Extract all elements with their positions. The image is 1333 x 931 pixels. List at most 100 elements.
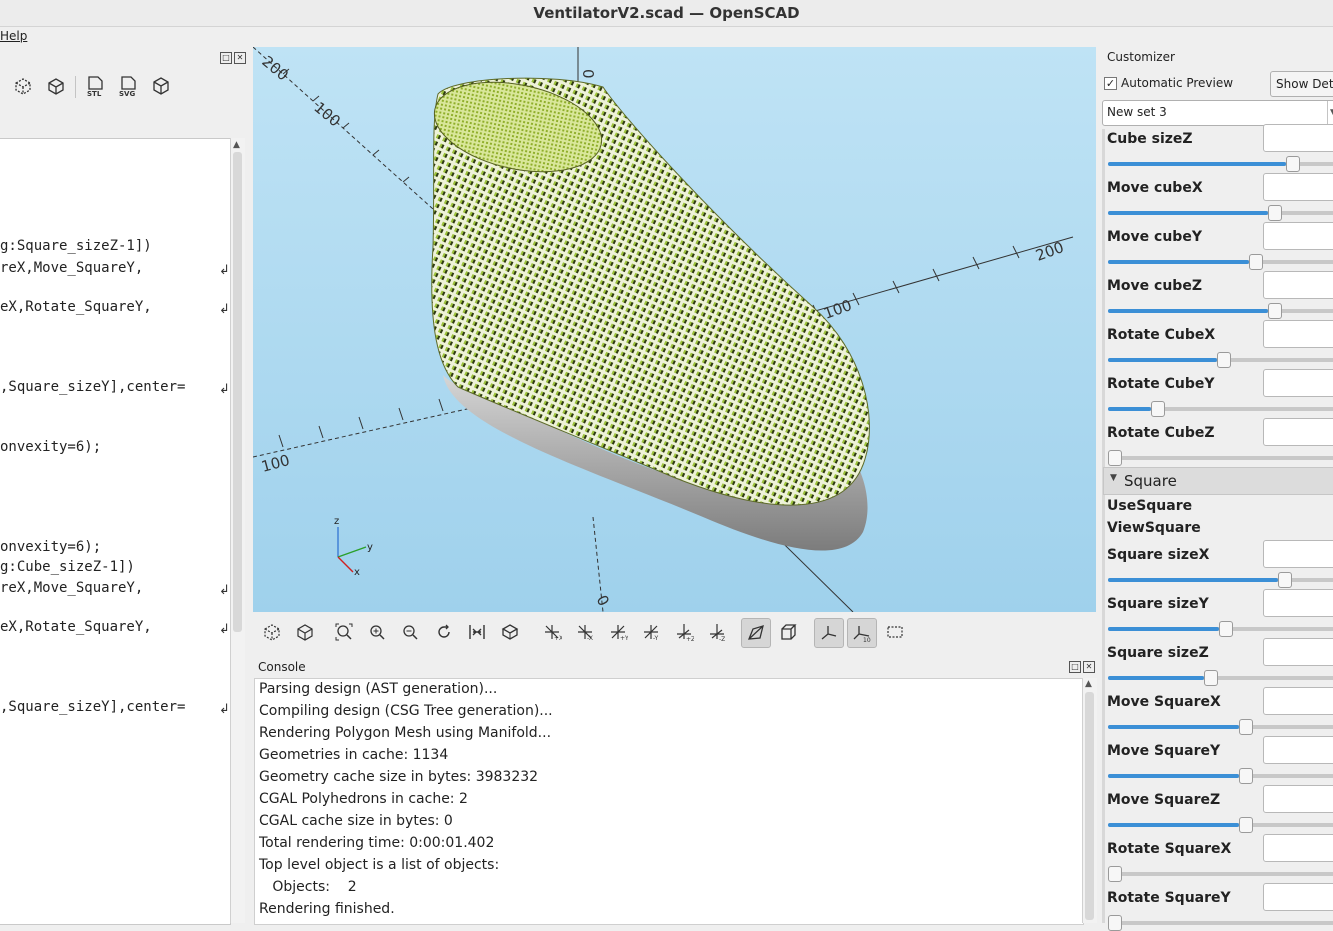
editor-scrollbar[interactable]: ▲	[230, 138, 245, 923]
editor-scroll-thumb[interactable]	[233, 152, 242, 632]
param-slider-handle[interactable]	[1108, 915, 1122, 931]
view-front-icon[interactable]: -Y	[637, 618, 665, 646]
show-details-button[interactable]: Show Deta	[1270, 71, 1333, 97]
console-scroll-thumb[interactable]	[1085, 692, 1094, 920]
param-slider[interactable]	[1108, 768, 1333, 784]
param-label: Square sizeY	[1107, 596, 1209, 612]
param-value-input[interactable]	[1263, 320, 1333, 348]
automatic-preview-checkbox[interactable]: ✓	[1104, 77, 1117, 90]
3d-viewport[interactable]: 200 100 0 200 100 100 0 z y x	[253, 47, 1096, 612]
param-slider[interactable]	[1108, 915, 1333, 931]
param-slider-handle[interactable]	[1239, 719, 1253, 735]
render-icon[interactable]	[43, 73, 69, 99]
axis-label: 100	[821, 296, 854, 323]
show-edges-icon[interactable]	[881, 618, 909, 646]
param-slider[interactable]	[1108, 156, 1333, 172]
param-slider-handle[interactable]	[1108, 866, 1122, 882]
gizmo-y-label: y	[367, 542, 373, 553]
use-square-label[interactable]: UseSquare	[1107, 498, 1192, 514]
param-slider[interactable]	[1108, 254, 1333, 270]
param-label: Move SquareZ	[1107, 792, 1221, 808]
param-label: Rotate SquareY	[1107, 890, 1231, 906]
param-slider[interactable]	[1108, 450, 1333, 466]
zoom-out-icon[interactable]	[396, 618, 424, 646]
code-line: g:Square_sizeZ-1])	[0, 238, 152, 254]
param-value-input[interactable]	[1263, 271, 1333, 299]
zoom-in-icon[interactable]	[363, 618, 391, 646]
param-slider-handle[interactable]	[1219, 621, 1233, 637]
param-slider-handle[interactable]	[1268, 303, 1282, 319]
param-slider-handle[interactable]	[1278, 572, 1292, 588]
param-slider-handle[interactable]	[1151, 401, 1165, 417]
editor-float-button[interactable]: □	[220, 52, 232, 64]
code-editor[interactable]: g:Square_sizeZ-1]) reX,Move_SquareY, ↲ e…	[0, 138, 231, 925]
param-value-input[interactable]	[1263, 687, 1333, 715]
param-slider[interactable]	[1108, 621, 1333, 637]
reset-view-icon[interactable]	[430, 618, 458, 646]
param-value-input[interactable]	[1263, 540, 1333, 568]
export-stl-icon[interactable]: STL	[82, 73, 108, 99]
menu-help[interactable]: Help	[0, 29, 27, 43]
param-slider-handle[interactable]	[1204, 670, 1218, 686]
param-slider[interactable]	[1108, 401, 1333, 417]
param-slider[interactable]	[1108, 719, 1333, 735]
scroll-up-arrow-icon[interactable]: ▲	[233, 140, 240, 150]
send-to-print-icon[interactable]	[148, 73, 174, 99]
param-value-input[interactable]	[1263, 173, 1333, 201]
view-left-icon[interactable]: -X	[571, 618, 599, 646]
view-bottom-icon[interactable]: -Z	[703, 618, 731, 646]
param-value-input[interactable]	[1263, 834, 1333, 862]
view-back-icon[interactable]: +Y	[604, 618, 632, 646]
param-slider-handle[interactable]	[1286, 156, 1300, 172]
param-slider[interactable]	[1108, 205, 1333, 221]
param-slider-handle[interactable]	[1239, 768, 1253, 784]
preview-icon[interactable]	[10, 73, 36, 99]
console-close-button[interactable]: ✕	[1083, 661, 1095, 673]
console-scrollbar[interactable]: ▲	[1082, 678, 1097, 923]
param-value-input[interactable]	[1263, 883, 1333, 911]
editor-close-button[interactable]: ✕	[234, 52, 246, 64]
param-slider[interactable]	[1108, 352, 1333, 368]
param-slider[interactable]	[1108, 817, 1333, 833]
param-slider[interactable]	[1108, 303, 1333, 319]
show-axes-icon[interactable]	[814, 618, 844, 648]
view-top-icon[interactable]: +Z	[670, 618, 698, 646]
param-value-input[interactable]	[1263, 736, 1333, 764]
param-slider[interactable]	[1108, 670, 1333, 686]
param-slider-handle[interactable]	[1249, 254, 1263, 270]
param-value-input[interactable]	[1263, 124, 1333, 152]
view-all-icon[interactable]	[330, 618, 358, 646]
param-value-input[interactable]	[1263, 222, 1333, 250]
render-icon[interactable]	[291, 618, 319, 646]
view-square-label[interactable]: ViewSquare	[1107, 520, 1201, 536]
param-slider[interactable]	[1108, 866, 1333, 882]
param-value-input[interactable]	[1263, 418, 1333, 446]
svg-text:+Y: +Y	[620, 635, 628, 642]
param-slider[interactable]	[1108, 572, 1333, 588]
export-svg-icon[interactable]: SVG	[115, 73, 141, 99]
preset-select[interactable]: New set 3 ▼	[1102, 100, 1333, 126]
view-right-icon[interactable]: +X	[538, 618, 566, 646]
show-scale-markers-icon[interactable]: 10	[847, 618, 877, 648]
param-label: Move SquareY	[1107, 743, 1221, 759]
param-slider-handle[interactable]	[1108, 450, 1122, 466]
param-slider-fill	[1108, 211, 1268, 215]
param-slider-fill	[1108, 627, 1219, 631]
console-line: Top level object is a list of objects:	[259, 857, 500, 873]
param-value-input[interactable]	[1263, 589, 1333, 617]
param-value-input[interactable]	[1263, 638, 1333, 666]
param-value-input[interactable]	[1263, 369, 1333, 397]
section-square-header[interactable]: ▼ Square	[1103, 467, 1333, 495]
scroll-up-arrow-icon[interactable]: ▲	[1085, 679, 1092, 689]
perspective-icon[interactable]	[741, 618, 771, 648]
preview-icon[interactable]	[258, 618, 286, 646]
view-center-icon[interactable]	[463, 618, 491, 646]
param-slider-handle[interactable]	[1217, 352, 1231, 368]
console-output[interactable]: Parsing design (AST generation)... Compi…	[254, 678, 1084, 925]
rotate-view-icon[interactable]	[496, 618, 524, 646]
console-float-button[interactable]: □	[1069, 661, 1081, 673]
orthogonal-icon[interactable]	[774, 618, 802, 646]
param-slider-handle[interactable]	[1268, 205, 1282, 221]
param-value-input[interactable]	[1263, 785, 1333, 813]
param-slider-handle[interactable]	[1239, 817, 1253, 833]
